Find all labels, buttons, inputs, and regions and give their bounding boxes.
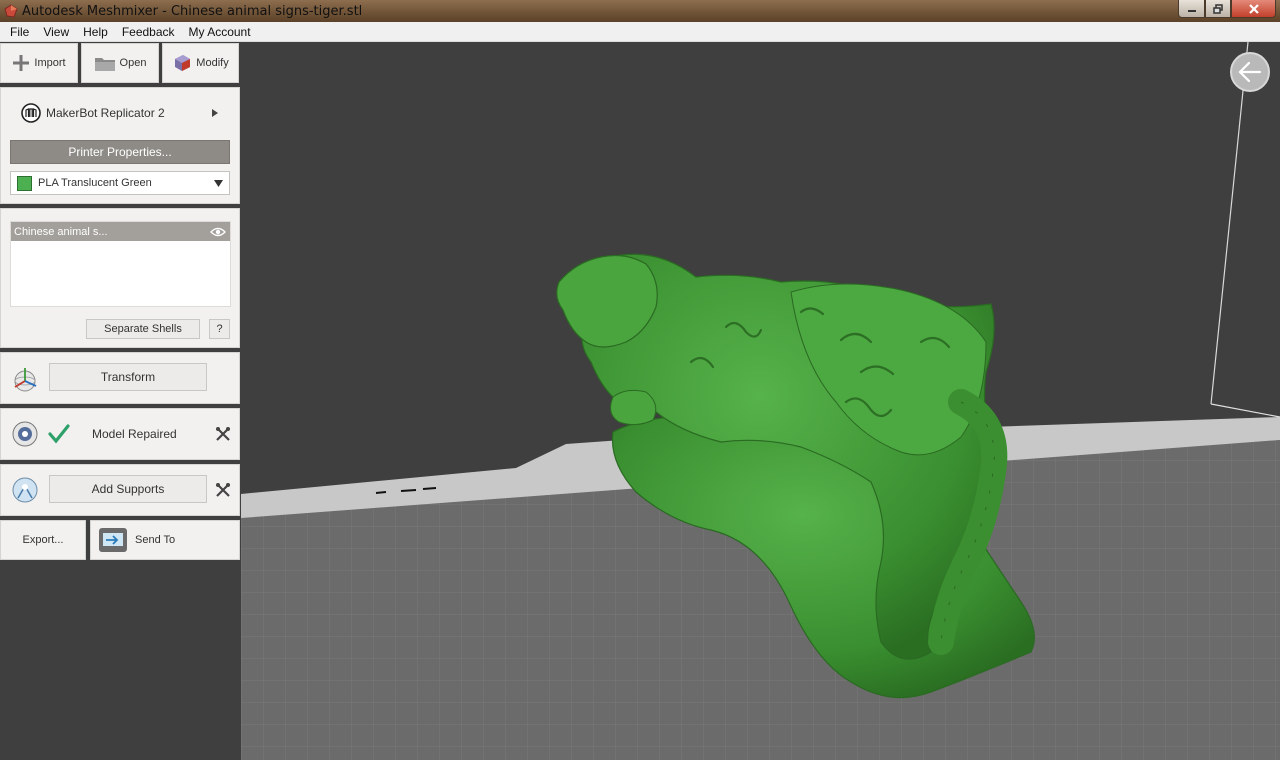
- printer-name: MakerBot Replicator 2: [46, 106, 165, 120]
- 3d-viewport[interactable]: [241, 42, 1280, 760]
- expand-arrow-icon[interactable]: [211, 109, 219, 117]
- close-icon: [1248, 3, 1259, 14]
- folder-icon: [94, 58, 115, 71]
- menu-bar: File View Help Feedback My Account: [0, 22, 1280, 42]
- separate-shells-button[interactable]: Separate Shells: [86, 319, 200, 339]
- repair-card: Model Repaired: [0, 408, 240, 460]
- add-supports-button[interactable]: Add Supports: [49, 475, 207, 503]
- title-bar: Autodesk Meshmixer - Chinese animal sign…: [0, 0, 1280, 22]
- menu-my-account[interactable]: My Account: [182, 25, 258, 39]
- menu-help[interactable]: Help: [76, 25, 115, 39]
- modify-label: Modify: [196, 57, 229, 69]
- menu-feedback[interactable]: Feedback: [115, 25, 182, 39]
- material-name: PLA Translucent Green: [38, 177, 152, 189]
- material-swatch: [17, 175, 32, 191]
- maximize-button[interactable]: [1205, 0, 1231, 18]
- close-button[interactable]: [1231, 0, 1276, 18]
- inspector-sphere-icon: [12, 421, 38, 447]
- send-to-button[interactable]: Send To: [90, 520, 240, 560]
- transform-button[interactable]: Transform: [49, 363, 207, 391]
- restore-icon: [1213, 3, 1223, 14]
- scene: [241, 42, 1280, 760]
- modify-button[interactable]: Modify: [162, 43, 239, 83]
- supports-card: Add Supports: [0, 464, 240, 516]
- send-to-icon: [99, 528, 127, 552]
- wrench-icon[interactable]: [215, 482, 231, 498]
- transform-sphere-icon: [14, 368, 37, 392]
- app-logo-icon: [4, 4, 18, 18]
- open-label: Open: [119, 57, 147, 69]
- list-item[interactable]: Chinese animal s...: [11, 222, 230, 241]
- makerbot-logo-icon: [21, 103, 41, 123]
- window-title: Autodesk Meshmixer - Chinese animal sign…: [22, 3, 363, 19]
- export-button[interactable]: Export...: [0, 520, 86, 560]
- back-arrow-icon: [1238, 61, 1262, 83]
- support-sphere-icon: [12, 477, 38, 503]
- printer-properties-button[interactable]: Printer Properties...: [10, 140, 230, 164]
- wrench-icon[interactable]: [215, 426, 231, 442]
- printer-card: MakerBot Replicator 2 Printer Properties…: [0, 87, 240, 204]
- transform-card: Transform: [0, 352, 240, 404]
- repair-status-label: Model Repaired: [92, 427, 177, 441]
- object-name: Chinese animal s...: [14, 225, 108, 238]
- help-button[interactable]: ?: [209, 319, 230, 339]
- menu-view[interactable]: View: [36, 25, 76, 39]
- import-button[interactable]: Import: [0, 43, 78, 83]
- eye-icon[interactable]: [210, 227, 226, 237]
- minimize-icon: [1187, 9, 1196, 12]
- menu-file[interactable]: File: [3, 25, 36, 39]
- export-label: Export...: [22, 534, 64, 546]
- back-button[interactable]: [1230, 52, 1270, 92]
- plus-icon: [13, 55, 30, 71]
- printer-selector[interactable]: MakerBot Replicator 2: [21, 103, 165, 123]
- object-list-card: Chinese animal s... Separate Shells ?: [0, 208, 240, 348]
- left-panel: Import Open Modify MakerBot Replicator 2…: [0, 42, 241, 760]
- minimize-button[interactable]: [1178, 0, 1205, 18]
- import-label: Import: [34, 57, 66, 69]
- material-select[interactable]: PLA Translucent Green: [10, 171, 230, 195]
- modify-icon: [175, 55, 191, 71]
- object-list: Chinese animal s...: [10, 221, 231, 307]
- chevron-down-icon: [214, 180, 223, 187]
- check-icon: [48, 424, 70, 444]
- send-to-label: Send To: [135, 534, 176, 546]
- open-button[interactable]: Open: [81, 43, 159, 83]
- window-controls: [1178, 0, 1276, 18]
